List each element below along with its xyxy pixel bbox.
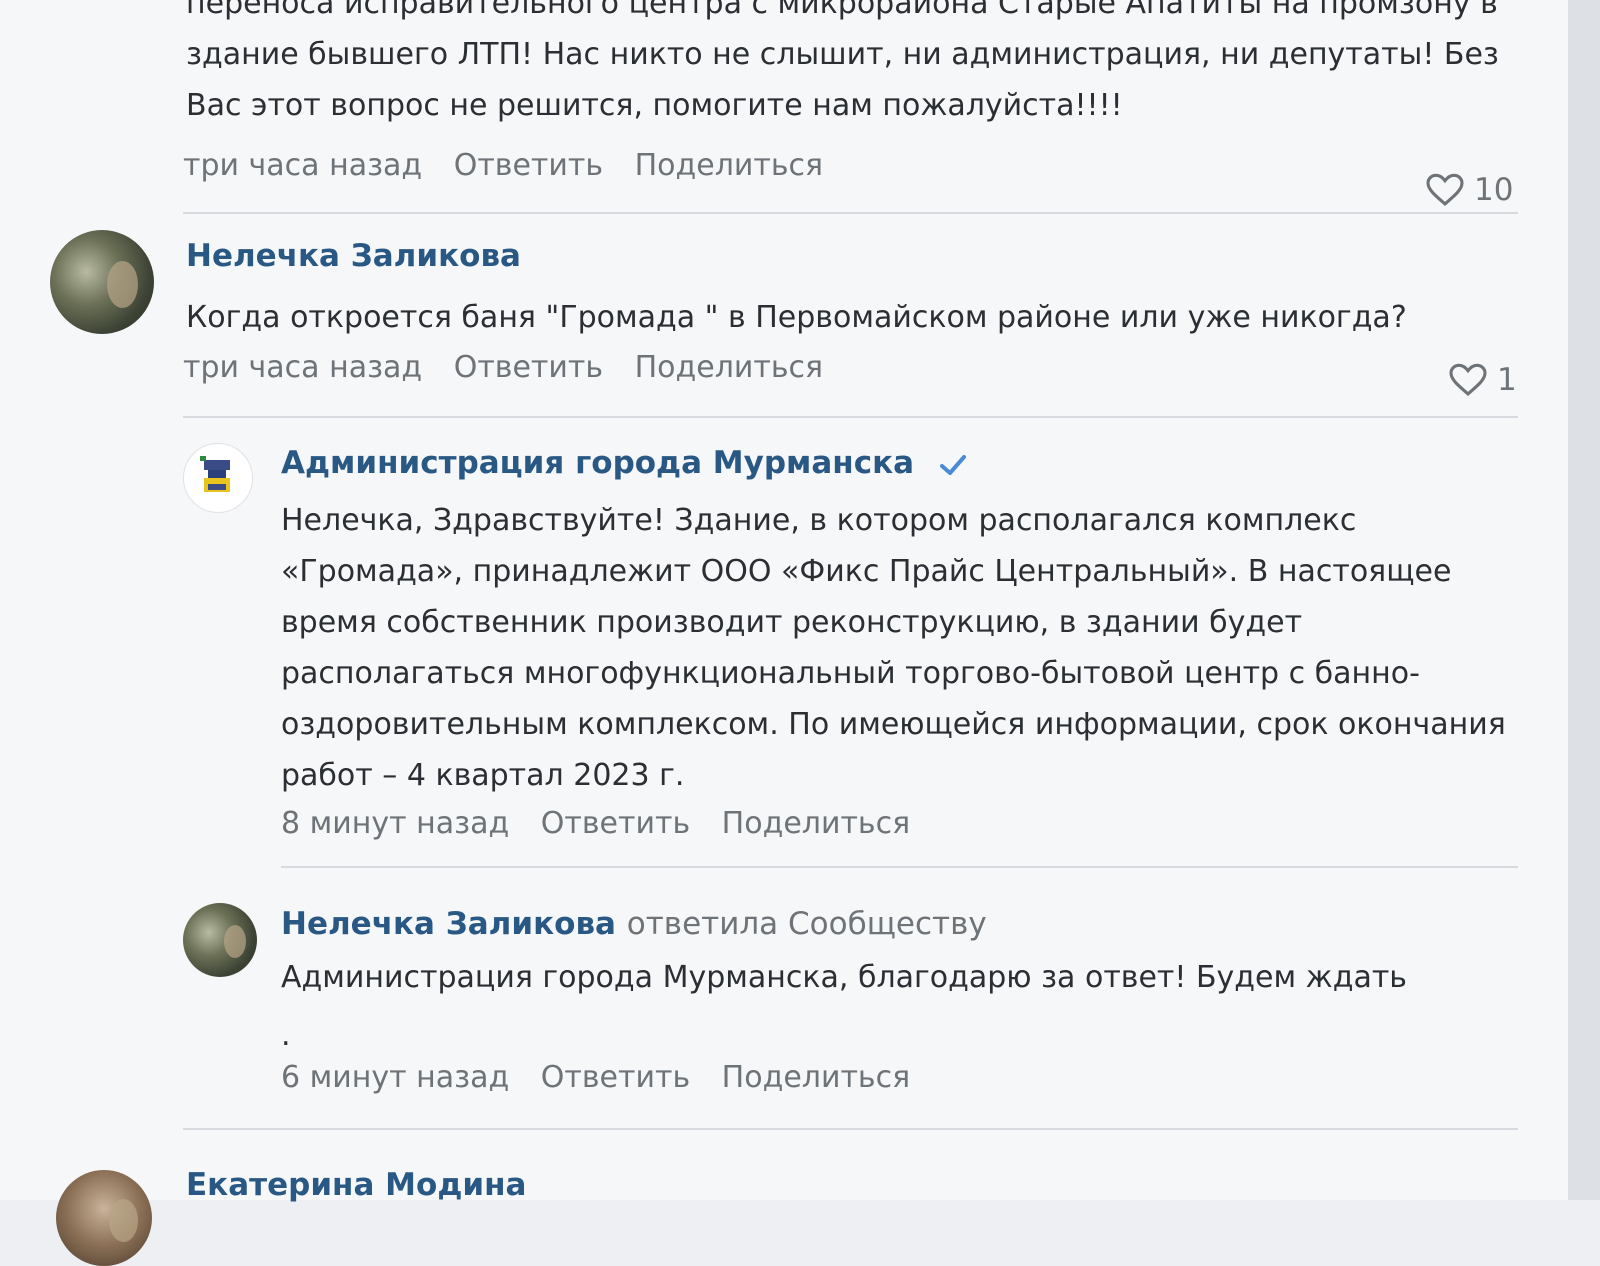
share-button[interactable]: Поделиться — [635, 350, 823, 385]
comments-panel: переноса исправительного центра с микрор… — [0, 0, 1568, 1266]
comment-author[interactable]: Нелечка Заликова ответила Сообществу — [281, 906, 987, 942]
comment-meta: три часа назад Ответить Поделиться — [183, 148, 845, 183]
reply-button[interactable]: Ответить — [541, 1060, 690, 1095]
comment-text: Администрация города Мурманска, благодар… — [281, 960, 1407, 995]
comment-text-tail: . — [281, 1018, 291, 1053]
scroll-area-edge — [1568, 0, 1600, 1200]
comment-time[interactable]: три часа назад — [183, 148, 422, 183]
heart-icon — [1449, 363, 1487, 396]
share-button[interactable]: Поделиться — [722, 1060, 910, 1095]
author-name[interactable]: Администрация города Мурманска — [281, 445, 914, 481]
comment-meta: три часа назад Ответить Поделиться — [183, 350, 845, 385]
like-button[interactable]: 10 — [1426, 172, 1513, 208]
divider — [183, 1128, 1518, 1130]
reply-button[interactable]: Ответить — [454, 350, 603, 385]
comment-author[interactable]: Нелечка Заликова — [186, 238, 521, 274]
comment-text: Нелечка, Здравствуйте! Здание, в котором… — [281, 503, 1506, 793]
share-button[interactable]: Поделиться — [635, 148, 823, 183]
coat-of-arms-icon — [200, 456, 230, 492]
like-count: 10 — [1474, 172, 1514, 208]
avatar[interactable] — [183, 903, 257, 977]
comment-text: переноса исправительного центра с микрор… — [186, 0, 1499, 123]
reply-button[interactable]: Ответить — [541, 806, 690, 841]
author-name[interactable]: Нелечка Заликова — [281, 906, 616, 942]
divider — [183, 416, 1518, 418]
avatar[interactable] — [50, 230, 154, 334]
like-count: 1 — [1497, 362, 1517, 398]
comment-author[interactable]: Администрация города Мурманска — [281, 445, 967, 481]
reply-button[interactable]: Ответить — [454, 148, 603, 183]
comment-time[interactable]: 8 минут назад — [281, 806, 509, 841]
like-button[interactable]: 1 — [1449, 362, 1517, 398]
avatar[interactable] — [56, 1170, 152, 1266]
comment-text: Когда откроется баня "Громада " в Первом… — [186, 300, 1407, 335]
divider — [183, 212, 1518, 214]
checkmark-icon — [939, 454, 966, 475]
comment-meta: 6 минут назад Ответить Поделиться — [281, 1060, 932, 1095]
share-button[interactable]: Поделиться — [722, 806, 910, 841]
comment-meta: 8 минут назад Ответить Поделиться — [281, 806, 932, 841]
comment-author[interactable]: Екатерина Модина — [186, 1167, 526, 1203]
comment-time[interactable]: три часа назад — [183, 350, 422, 385]
comment-time[interactable]: 6 минут назад — [281, 1060, 509, 1095]
community-avatar[interactable] — [183, 443, 253, 513]
heart-icon — [1426, 173, 1464, 206]
replied-to-label[interactable]: ответила Сообществу — [627, 906, 987, 942]
divider — [281, 866, 1518, 868]
